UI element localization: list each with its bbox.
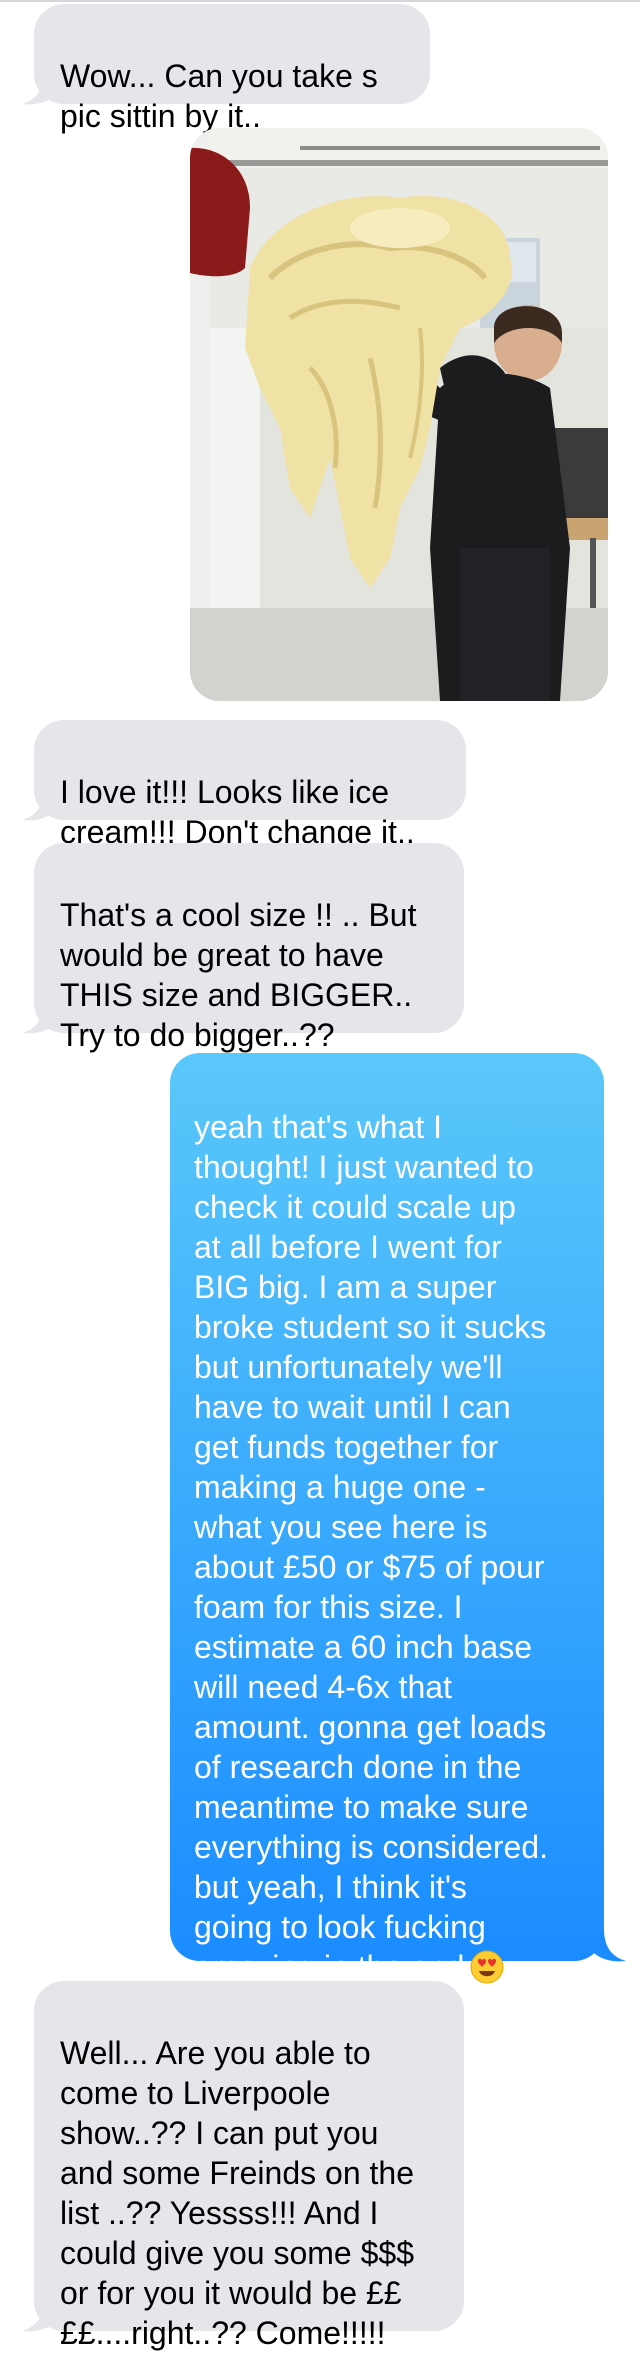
bubble-tail [22,1001,60,1034]
message-text: That's a cool size !! .. But would be gr… [60,897,417,1053]
bubble-tail [22,788,60,821]
incoming-message-bubble[interactable]: I love it!!! Looks like ice cream!!! Don… [34,720,466,850]
message-text: Wow... Can you take s pic sittin by it.. [60,58,378,134]
bubble-tail [588,1929,626,1962]
incoming-message-bubble[interactable]: Well... Are you able to come to Liverpoo… [34,1981,464,2351]
outgoing-message-bubble[interactable]: yeah that's what I thought! I just wante… [170,1053,604,1985]
shared-photo[interactable] [190,128,608,701]
top-divider [0,0,640,2]
bubble-tail [22,72,60,105]
message-text: yeah that's what I thought! I just wante… [194,1109,548,1985]
message-text: Well... Are you able to come to Liverpoo… [60,2035,414,2351]
photo-image [190,128,608,701]
bubble-tail [22,2299,60,2332]
incoming-message-bubble[interactable]: That's a cool size !! .. But would be gr… [34,843,464,1053]
message-text: I love it!!! Looks like ice cream!!! Don… [60,774,415,850]
incoming-message-bubble[interactable]: Wow... Can you take s pic sittin by it.. [34,4,430,134]
heart-eyes-emoji-icon [470,1950,504,1984]
